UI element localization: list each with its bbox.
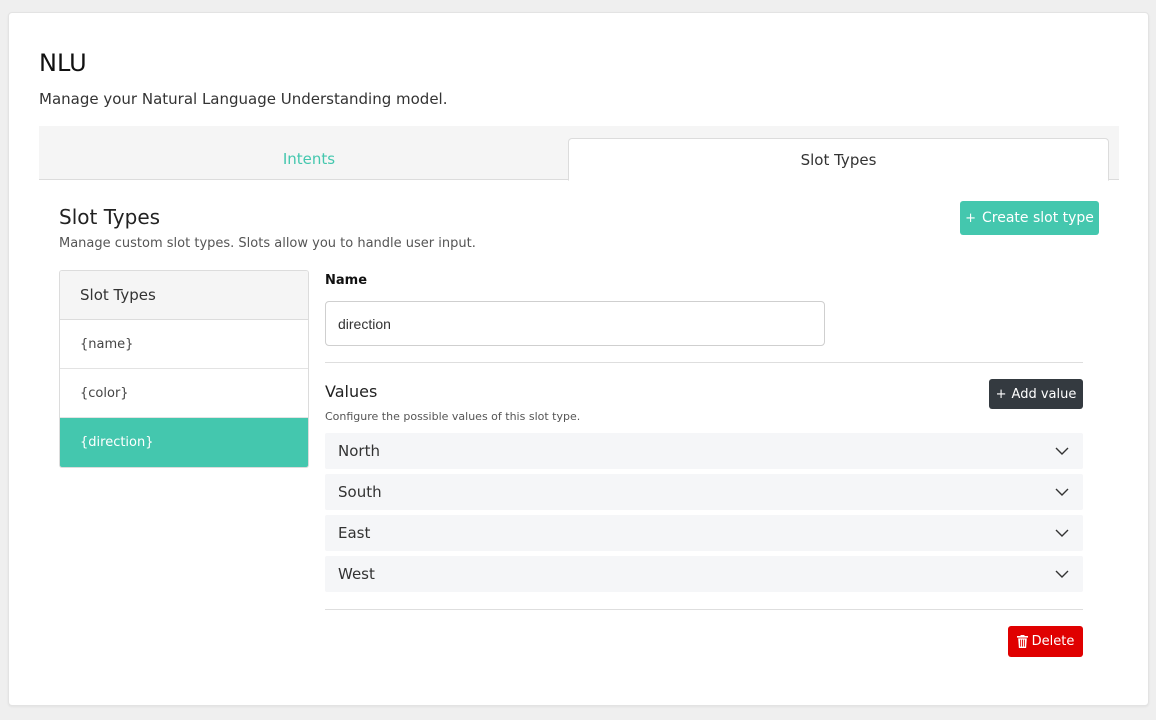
create-slot-type-label: Create slot type: [981, 210, 1094, 226]
tab-bar: Intents Slot Types: [39, 126, 1119, 181]
values-title: Values: [325, 382, 378, 401]
name-field[interactable]: [325, 301, 825, 346]
slot-type-item-name[interactable]: {name}: [60, 320, 308, 369]
nlu-card: NLU Manage your Natural Language Underst…: [8, 12, 1149, 706]
page-subtitle: Manage your Natural Language Understandi…: [39, 90, 448, 108]
slot-type-list-header: Slot Types: [60, 271, 308, 320]
trash-icon: [1016, 635, 1028, 648]
chevron-down-icon[interactable]: [1055, 487, 1069, 497]
value-item-east[interactable]: East: [325, 515, 1083, 551]
plus-icon: +: [965, 210, 976, 226]
delete-label: Delete: [1031, 634, 1075, 649]
section-title: Slot Types: [59, 205, 161, 229]
divider: [325, 362, 1083, 363]
value-label: East: [338, 524, 371, 542]
slot-type-list: Slot Types {name} {color} {direction}: [59, 270, 309, 468]
name-label: Name: [325, 273, 368, 288]
value-item-west[interactable]: West: [325, 556, 1083, 592]
tab-intents[interactable]: Intents: [39, 138, 579, 180]
add-value-button[interactable]: + Add value: [989, 379, 1083, 409]
value-item-north[interactable]: North: [325, 433, 1083, 469]
divider: [325, 609, 1083, 610]
slot-type-item-color[interactable]: {color}: [60, 369, 308, 418]
value-label: South: [338, 483, 382, 501]
value-label: North: [338, 442, 380, 460]
delete-button[interactable]: Delete: [1008, 626, 1083, 657]
values-subtitle: Configure the possible values of this sl…: [325, 410, 581, 423]
plus-icon: +: [995, 386, 1007, 402]
chevron-down-icon[interactable]: [1055, 569, 1069, 579]
page-title: NLU: [39, 49, 87, 77]
chevron-down-icon[interactable]: [1055, 446, 1069, 456]
value-item-south[interactable]: South: [325, 474, 1083, 510]
slot-type-item-direction[interactable]: {direction}: [60, 418, 308, 467]
chevron-down-icon[interactable]: [1055, 528, 1069, 538]
tab-slot-types[interactable]: Slot Types: [568, 138, 1109, 181]
section-subtitle: Manage custom slot types. Slots allow yo…: [59, 236, 476, 251]
create-slot-type-button[interactable]: + Create slot type: [960, 201, 1099, 235]
add-value-label: Add value: [1011, 386, 1077, 402]
value-label: West: [338, 565, 375, 583]
